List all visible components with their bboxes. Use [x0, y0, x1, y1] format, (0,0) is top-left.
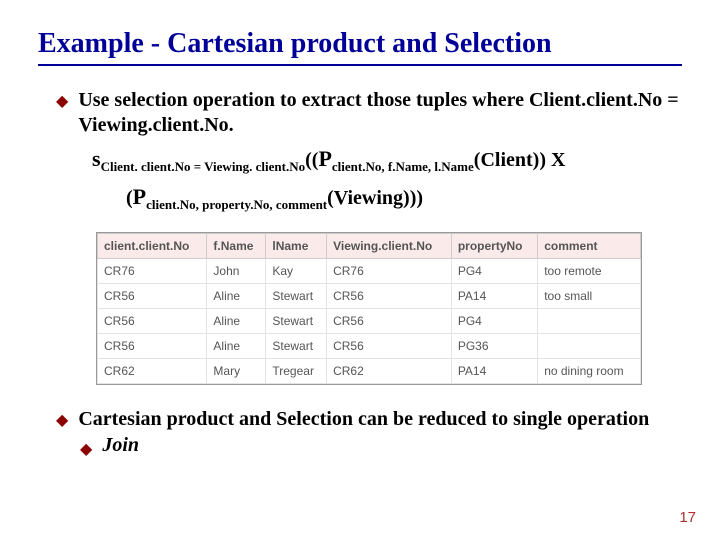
table-cell: PG4	[451, 259, 537, 284]
table-cell: PA14	[451, 284, 537, 309]
slide-title: Example - Cartesian product and Selectio…	[38, 28, 682, 66]
formula-line-1: sClient. client.No = Viewing. client.No (…	[92, 144, 682, 176]
table-cell: CR56	[327, 309, 452, 334]
sigma-subscript: Client. client.No = Viewing. client.No	[101, 159, 306, 174]
diamond-icon: ◆	[56, 91, 68, 111]
table-cell: too remote	[538, 259, 641, 284]
bullet-item-1: ◆ Use selection operation to extract tho…	[56, 88, 682, 138]
pi-symbol-1: P	[318, 146, 331, 171]
table-cell	[538, 334, 641, 359]
bullet-2-text: Cartesian product and Selection can be r…	[78, 407, 649, 432]
table-cell: Aline	[207, 309, 266, 334]
sigma-symbol: s	[92, 146, 101, 171]
sub-bullet-join: ◆ Join	[80, 434, 682, 459]
table-cell: CR56	[98, 309, 207, 334]
table-cell: Stewart	[266, 309, 327, 334]
pi1-subscript: client.No, f.Name, l.Name	[332, 159, 474, 174]
table-cell	[538, 309, 641, 334]
table-cell: Mary	[207, 359, 266, 384]
table-cell: no dining room	[538, 359, 641, 384]
table-cell: John	[207, 259, 266, 284]
result-table: client.client.No f.Name lName Viewing.cl…	[97, 233, 641, 384]
table-cell: CR76	[98, 259, 207, 284]
table-cell: CR56	[98, 334, 207, 359]
col-header: propertyNo	[451, 234, 537, 259]
table-row: CR76JohnKayCR76PG4too remote	[98, 259, 641, 284]
table-row: CR56AlineStewartCR56PG36	[98, 334, 641, 359]
result-table-container: client.client.No f.Name lName Viewing.cl…	[96, 232, 642, 385]
table-cell: CR56	[98, 284, 207, 309]
col-header: client.client.No	[98, 234, 207, 259]
pi2-arg: (Viewing)))	[327, 187, 423, 209]
table-cell: too small	[538, 284, 641, 309]
bullet-item-2: ◆ Cartesian product and Selection can be…	[56, 407, 682, 432]
table-cell: CR76	[327, 259, 452, 284]
formula-line-2: (Pclient.No, property.No, comment(Viewin…	[126, 182, 682, 214]
table-cell: Aline	[207, 334, 266, 359]
table-row: CR62MaryTregearCR62PA14no dining room	[98, 359, 641, 384]
table-cell: CR56	[327, 334, 452, 359]
pi-symbol-2: P	[133, 184, 146, 209]
col-header: Viewing.client.No	[327, 234, 452, 259]
table-cell: Kay	[266, 259, 327, 284]
table-cell: PG36	[451, 334, 537, 359]
table-cell: Aline	[207, 284, 266, 309]
page-number: 17	[679, 509, 696, 526]
table-cell: Stewart	[266, 334, 327, 359]
table-cell: Stewart	[266, 284, 327, 309]
table-cell: CR62	[98, 359, 207, 384]
col-header: lName	[266, 234, 327, 259]
table-cell: CR62	[327, 359, 452, 384]
table-row: CR56AlineStewartCR56PG4	[98, 309, 641, 334]
col-header: f.Name	[207, 234, 266, 259]
diamond-icon: ◆	[80, 439, 92, 459]
pi1-arg: (Client)) X	[474, 149, 566, 171]
table-cell: Tregear	[266, 359, 327, 384]
pi2-subscript: client.No, property.No, comment	[146, 197, 327, 212]
bullet-1-text: Use selection operation to extract those…	[78, 88, 682, 138]
table-cell: CR56	[327, 284, 452, 309]
table-row: CR56AlineStewartCR56PA14too small	[98, 284, 641, 309]
col-header: comment	[538, 234, 641, 259]
diamond-icon: ◆	[56, 410, 68, 430]
join-label: Join	[102, 434, 139, 457]
table-header-row: client.client.No f.Name lName Viewing.cl…	[98, 234, 641, 259]
table-cell: PA14	[451, 359, 537, 384]
table-cell: PG4	[451, 309, 537, 334]
